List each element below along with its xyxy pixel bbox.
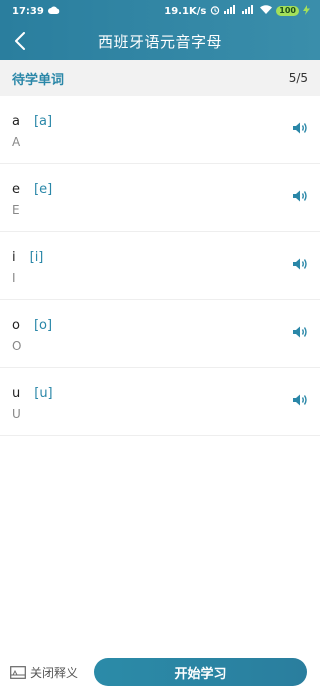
- list-item[interactable]: e [e] E: [0, 164, 320, 232]
- vowel-letter: u: [12, 386, 21, 401]
- charging-icon: [303, 4, 310, 18]
- app-header: 17:39 19.1K/s 100 西班牙语元音字母: [0, 0, 320, 60]
- list-item[interactable]: a [a] A: [0, 96, 320, 164]
- vowel-phonetic: [a]: [33, 114, 53, 129]
- list-item[interactable]: i [i] I: [0, 232, 320, 300]
- network-speed: 19.1K/s: [164, 5, 207, 17]
- vowel-letter: a: [12, 114, 20, 129]
- chevron-left-icon: [15, 32, 25, 50]
- vowel-letter: o: [12, 318, 20, 333]
- list-item[interactable]: o [o] O: [0, 300, 320, 368]
- pending-words-header: 待学单词 5/5: [0, 60, 320, 96]
- vowel-list: a [a] A e [e] E i [i] I o [o] O u [u] U: [0, 96, 320, 436]
- speaker-icon[interactable]: [292, 121, 308, 135]
- vowel-uppercase: E: [12, 203, 20, 217]
- alarm-icon: [210, 5, 220, 18]
- vowel-phonetic: [u]: [34, 386, 53, 401]
- pending-words-label: 待学单词: [12, 72, 65, 88]
- pending-words-count: 5/5: [288, 71, 308, 85]
- signal-icon-2: [242, 5, 256, 17]
- speaker-icon[interactable]: [292, 257, 308, 271]
- start-learning-button[interactable]: 开始学习: [94, 658, 307, 686]
- status-time: 17:39: [12, 5, 44, 17]
- bottom-bar: 关闭释义 开始学习: [0, 650, 320, 693]
- toggle-translation-button[interactable]: 关闭释义: [10, 664, 78, 681]
- list-item[interactable]: u [u] U: [0, 368, 320, 436]
- vowel-uppercase: U: [12, 407, 21, 421]
- translation-icon: [10, 666, 26, 679]
- vowel-phonetic: [o]: [33, 318, 53, 333]
- page-title: 西班牙语元音字母: [97, 32, 222, 51]
- battery-indicator: 100: [276, 6, 299, 16]
- cloud-icon: [47, 6, 60, 17]
- vowel-letter: i: [12, 250, 16, 265]
- status-bar: 17:39 19.1K/s 100: [0, 0, 320, 22]
- vowel-uppercase: I: [12, 271, 16, 285]
- vowel-phonetic: [i]: [29, 250, 44, 265]
- wifi-icon: [260, 5, 273, 17]
- speaker-icon[interactable]: [292, 189, 308, 203]
- vowel-letter: e: [12, 182, 20, 197]
- vowel-uppercase: A: [12, 135, 21, 149]
- signal-icon: [224, 5, 238, 17]
- back-button[interactable]: [8, 29, 32, 53]
- vowel-phonetic: [e]: [34, 182, 53, 197]
- speaker-icon[interactable]: [292, 393, 308, 407]
- nav-bar: 西班牙语元音字母: [0, 22, 320, 60]
- vowel-uppercase: O: [12, 339, 22, 353]
- speaker-icon[interactable]: [292, 325, 308, 339]
- toggle-translation-label: 关闭释义: [30, 666, 79, 680]
